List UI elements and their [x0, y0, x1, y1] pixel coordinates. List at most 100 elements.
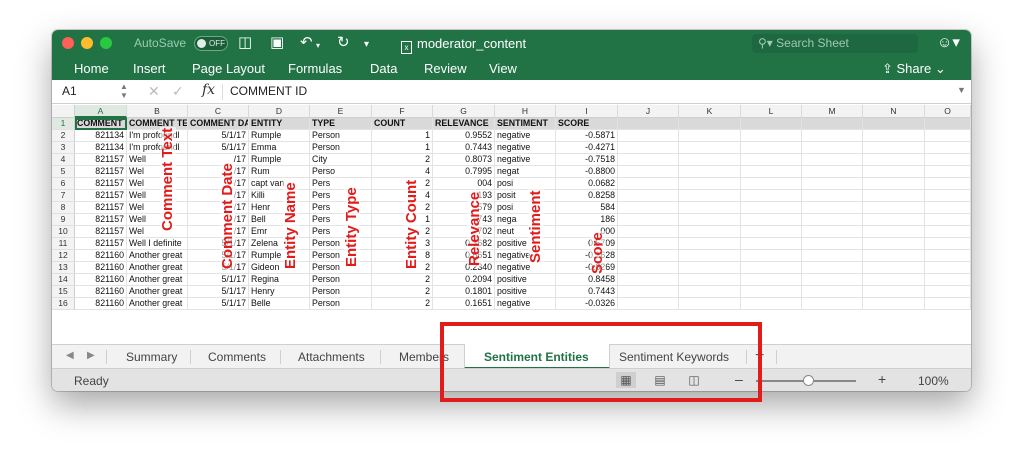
- table-cell[interactable]: neut: [495, 226, 556, 238]
- table-cell[interactable]: 821157: [75, 154, 127, 166]
- table-cell[interactable]: Belle: [249, 298, 310, 310]
- header-cell[interactable]: TYPE: [310, 118, 372, 130]
- table-cell[interactable]: Gideon: [249, 262, 310, 274]
- column-header-l[interactable]: L: [741, 105, 802, 118]
- table-cell[interactable]: -0.5871: [556, 130, 618, 142]
- column-header-i[interactable]: I: [556, 105, 618, 118]
- tab-page-layout[interactable]: Page Layout: [192, 61, 265, 76]
- table-cell[interactable]: [863, 262, 925, 274]
- table-cell[interactable]: 821134: [75, 130, 127, 142]
- previous-sheet-icon[interactable]: ◀: [66, 350, 74, 361]
- table-cell[interactable]: [802, 130, 863, 142]
- table-cell[interactable]: Person: [310, 250, 372, 262]
- cancel-formula-icon[interactable]: ✕: [148, 83, 160, 100]
- table-cell[interactable]: positive: [495, 238, 556, 250]
- table-cell[interactable]: [618, 274, 679, 286]
- table-cell[interactable]: [863, 274, 925, 286]
- tab-review[interactable]: Review: [424, 61, 467, 76]
- table-cell[interactable]: negative: [495, 262, 556, 274]
- table-cell[interactable]: 579: [433, 202, 495, 214]
- table-cell[interactable]: 821160: [75, 286, 127, 298]
- table-cell[interactable]: [802, 166, 863, 178]
- row-header[interactable]: 12: [52, 250, 75, 262]
- table-cell[interactable]: [863, 142, 925, 154]
- zoom-in-button[interactable]: +: [878, 371, 886, 387]
- table-cell[interactable]: 0.1801: [433, 286, 495, 298]
- share-button[interactable]: ⇪ Share ⌄: [882, 61, 946, 77]
- table-cell[interactable]: [925, 298, 971, 310]
- row-header[interactable]: 8: [52, 202, 75, 214]
- feedback-smiley-icon[interactable]: ☺▾: [937, 33, 960, 51]
- column-header-m[interactable]: M: [802, 105, 863, 118]
- table-cell[interactable]: 193: [433, 190, 495, 202]
- table-cell[interactable]: [863, 178, 925, 190]
- table-cell[interactable]: [802, 250, 863, 262]
- table-cell[interactable]: positive: [495, 274, 556, 286]
- table-cell[interactable]: posi: [495, 202, 556, 214]
- table-cell[interactable]: [802, 286, 863, 298]
- table-cell[interactable]: -0.4271: [556, 142, 618, 154]
- table-cell[interactable]: Person: [310, 262, 372, 274]
- table-cell[interactable]: Bell: [249, 214, 310, 226]
- table-cell[interactable]: 4: [372, 166, 433, 178]
- table-cell[interactable]: Another great: [127, 298, 188, 310]
- table-cell[interactable]: [618, 166, 679, 178]
- table-cell[interactable]: [741, 238, 802, 250]
- table-cell[interactable]: [679, 226, 741, 238]
- table-cell[interactable]: 5/1/17: [188, 298, 249, 310]
- table-cell[interactable]: [741, 190, 802, 202]
- table-cell[interactable]: Another great: [127, 274, 188, 286]
- table-cell[interactable]: 821160: [75, 262, 127, 274]
- table-cell[interactable]: Wel: [127, 166, 188, 178]
- spreadsheet-grid[interactable]: ABCDEFGHIJKLMNO1COMMENT IDCOMMENT TECOMM…: [52, 105, 971, 344]
- table-cell[interactable]: 821157: [75, 190, 127, 202]
- table-cell[interactable]: [618, 298, 679, 310]
- redo-icon[interactable]: ↻: [337, 34, 350, 52]
- tab-insert[interactable]: Insert: [133, 61, 166, 76]
- column-header-f[interactable]: F: [372, 105, 433, 118]
- row-header[interactable]: 3: [52, 142, 75, 154]
- header-cell[interactable]: [802, 118, 863, 130]
- table-cell[interactable]: Emr: [249, 226, 310, 238]
- formula-input[interactable]: COMMENT ID: [230, 84, 307, 98]
- table-cell[interactable]: [925, 250, 971, 262]
- table-cell[interactable]: [863, 154, 925, 166]
- table-cell[interactable]: [802, 238, 863, 250]
- table-cell[interactable]: 0.1651: [433, 298, 495, 310]
- table-cell[interactable]: Regina: [249, 274, 310, 286]
- table-cell[interactable]: [863, 166, 925, 178]
- table-cell[interactable]: [679, 190, 741, 202]
- table-cell[interactable]: [925, 214, 971, 226]
- table-cell[interactable]: [741, 202, 802, 214]
- table-cell[interactable]: Henr: [249, 202, 310, 214]
- table-cell[interactable]: [741, 214, 802, 226]
- table-cell[interactable]: [863, 214, 925, 226]
- table-cell[interactable]: Perso: [310, 166, 372, 178]
- table-cell[interactable]: Person: [310, 274, 372, 286]
- row-header[interactable]: 2: [52, 130, 75, 142]
- table-cell[interactable]: [802, 178, 863, 190]
- table-cell[interactable]: 821160: [75, 250, 127, 262]
- row-header[interactable]: 16: [52, 298, 75, 310]
- table-cell[interactable]: 0.2340: [433, 262, 495, 274]
- table-cell[interactable]: 821134: [75, 142, 127, 154]
- table-cell[interactable]: [679, 178, 741, 190]
- table-cell[interactable]: [679, 262, 741, 274]
- table-cell[interactable]: 0.8458: [556, 274, 618, 286]
- table-cell[interactable]: Rumple: [249, 154, 310, 166]
- table-cell[interactable]: Wel: [127, 226, 188, 238]
- table-cell[interactable]: 821157: [75, 214, 127, 226]
- table-cell[interactable]: [925, 226, 971, 238]
- table-cell[interactable]: [679, 214, 741, 226]
- table-cell[interactable]: [679, 154, 741, 166]
- row-header[interactable]: 14: [52, 274, 75, 286]
- header-cell[interactable]: [925, 118, 971, 130]
- table-cell[interactable]: [679, 142, 741, 154]
- header-cell[interactable]: [618, 118, 679, 130]
- table-cell[interactable]: [802, 190, 863, 202]
- table-cell[interactable]: -0.7518: [556, 154, 618, 166]
- table-cell[interactable]: 1: [372, 142, 433, 154]
- column-header-d[interactable]: D: [249, 105, 310, 118]
- table-cell[interactable]: [925, 166, 971, 178]
- table-cell[interactable]: negative: [495, 250, 556, 262]
